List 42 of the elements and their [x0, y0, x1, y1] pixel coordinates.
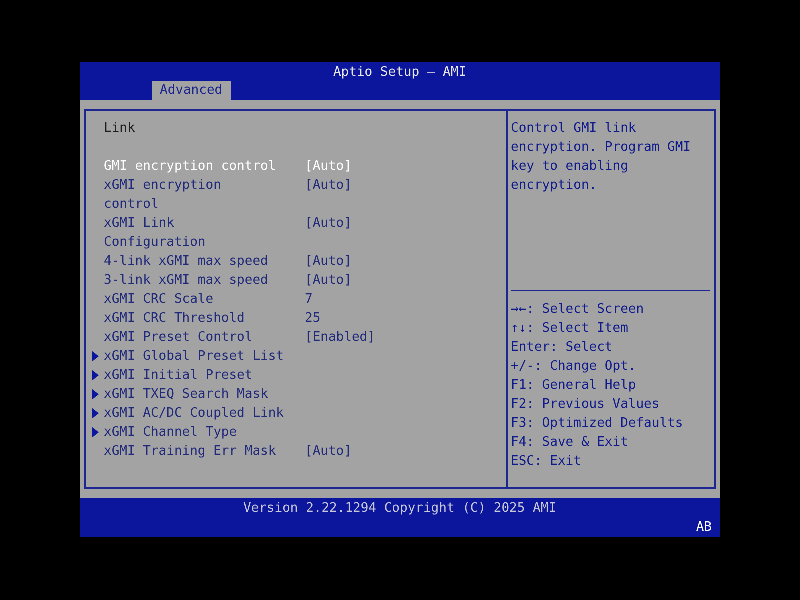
caret-icon [92, 427, 98, 438]
setting-value[interactable]: [Auto] [305, 252, 352, 271]
setting-value[interactable]: [Auto] [305, 214, 352, 233]
key-hint: F4: Save & Exit [511, 434, 630, 452]
key-hint: F3: Optimized Defaults [511, 415, 684, 433]
submenu-link[interactable]: xGMI Global Preset List [104, 347, 284, 366]
help-text: Control GMI link encryption. Program GMI key to enabling encryption. [511, 120, 692, 195]
submenu-link[interactable]: xGMI AC/DC Coupled Link [104, 404, 284, 423]
setting-value[interactable]: [Auto] [305, 442, 352, 461]
key-hint: →←: Select Screen [511, 301, 646, 319]
setting-value[interactable]: 7 [305, 290, 313, 309]
key-hint: ↑↓: Select Item [511, 320, 630, 338]
key-hint: +/-: Change Opt. [511, 358, 638, 376]
version-text: Version 2.22.1294 Copyright (C) 2025 AMI [242, 500, 558, 518]
setting-label[interactable]: xGMI CRC Scale [104, 290, 280, 309]
key-hint: Enter: Select [511, 339, 614, 357]
setting-label[interactable]: GMI encryption control [104, 157, 280, 176]
setting-value[interactable]: 25 [305, 309, 321, 328]
setting-label[interactable]: xGMI Link Configuration [104, 214, 280, 252]
setting-label[interactable]: xGMI Training Err Mask [104, 442, 280, 461]
key-hint: F2: Previous Values [511, 396, 661, 414]
setting-label[interactable]: 4-link xGMI max speed [104, 252, 280, 271]
setting-value[interactable]: [Enabled] [305, 328, 376, 347]
caret-icon [92, 389, 98, 400]
submenu-link[interactable]: xGMI Initial Preset [104, 366, 253, 385]
key-hint: ESC: Exit [511, 453, 582, 471]
setting-value[interactable]: [Auto] [305, 176, 352, 195]
setting-label[interactable]: xGMI CRC Threshold [104, 309, 280, 328]
submenu-link[interactable]: xGMI Channel Type [104, 423, 238, 442]
caret-icon [92, 351, 98, 362]
section-title: Link [104, 120, 136, 138]
tab[interactable]: Advanced [152, 81, 231, 100]
setting-value[interactable]: [Auto] [305, 157, 352, 176]
caret-icon [92, 370, 98, 381]
submenu-link[interactable]: xGMI TXEQ Search Mask [104, 385, 268, 404]
window-title: Aptio Setup – AMI [332, 64, 468, 81]
setting-label[interactable]: 3-link xGMI max speed [104, 271, 280, 290]
setting-label[interactable]: xGMI Preset Control [104, 328, 280, 347]
caret-icon [92, 408, 98, 419]
setting-value[interactable]: [Auto] [305, 271, 352, 290]
key-hint: F1: General Help [511, 377, 638, 395]
keyboard-indicator: AB [696, 519, 712, 537]
